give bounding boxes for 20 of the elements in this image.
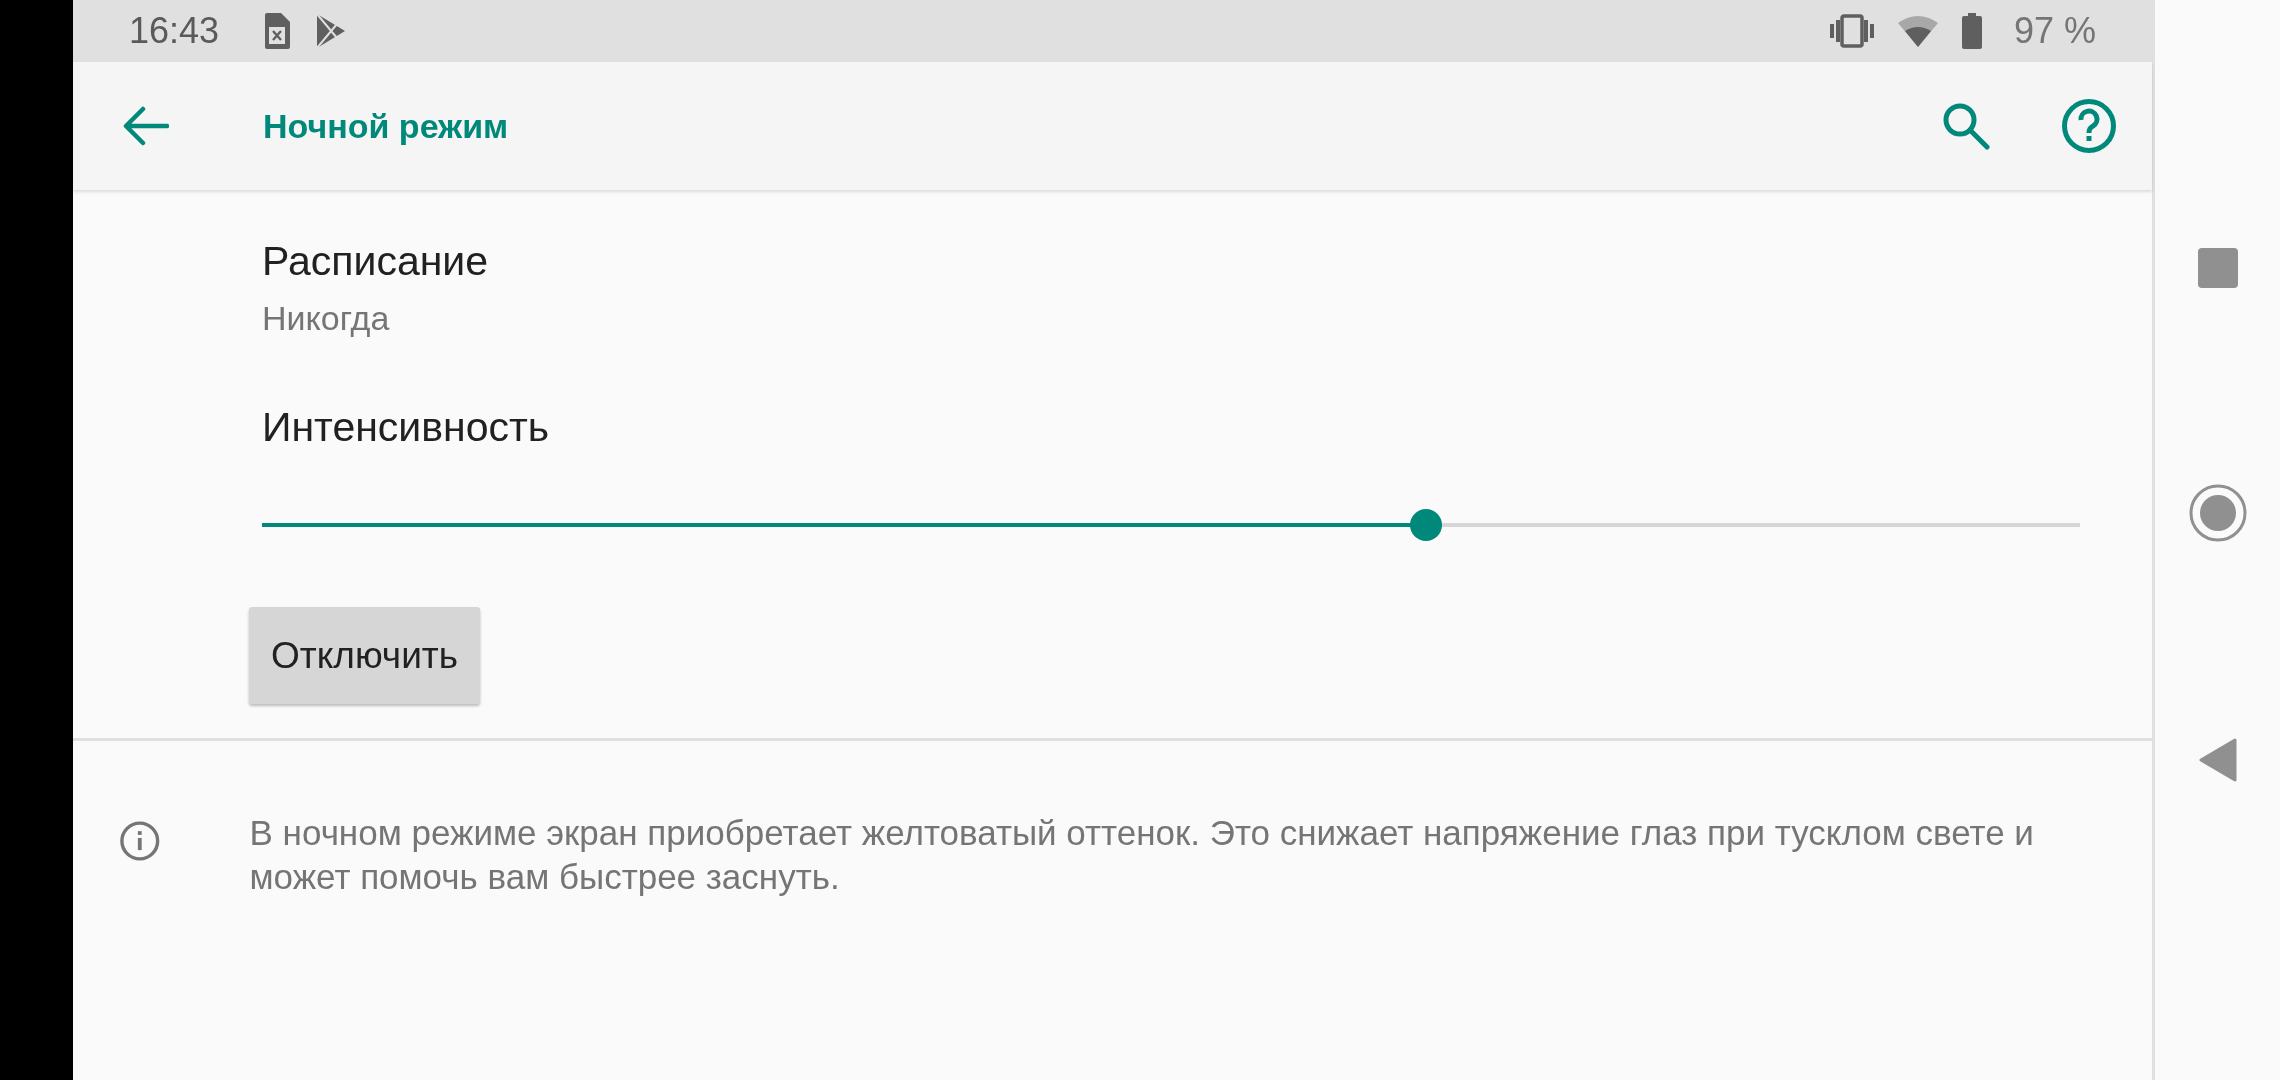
battery-percentage: 97 % (2013, 10, 2096, 52)
search-icon[interactable] (1942, 102, 1990, 150)
intensity-slider[interactable] (262, 509, 2080, 541)
intensity-label: Интенсивность (262, 404, 550, 451)
clock: 16:43 (129, 10, 220, 52)
schedule-label[interactable]: Расписание (262, 238, 489, 285)
turn-off-button[interactable]: Отключить (249, 607, 481, 704)
vibrate-icon (1829, 14, 1874, 48)
back-arrow-icon[interactable] (123, 106, 169, 146)
home-icon[interactable] (2188, 484, 2247, 542)
slider-thumb[interactable] (1409, 509, 1442, 541)
recents-icon[interactable] (2197, 248, 2238, 288)
help-icon[interactable] (2062, 99, 2116, 153)
screen-title: Ночной режим (263, 106, 509, 146)
sim-card-icon (263, 13, 292, 49)
schedule-value: Никогда (262, 299, 390, 338)
wifi-icon (1897, 15, 1938, 47)
info-text: В ночном режиме экран приобретает желтоватый оттенок. Это снижает напряжение глаз при тусклом свете и может помочь вам быстрее заснуть. (249, 812, 2035, 898)
battery-icon (1961, 13, 1982, 49)
back-icon[interactable] (2198, 738, 2237, 782)
